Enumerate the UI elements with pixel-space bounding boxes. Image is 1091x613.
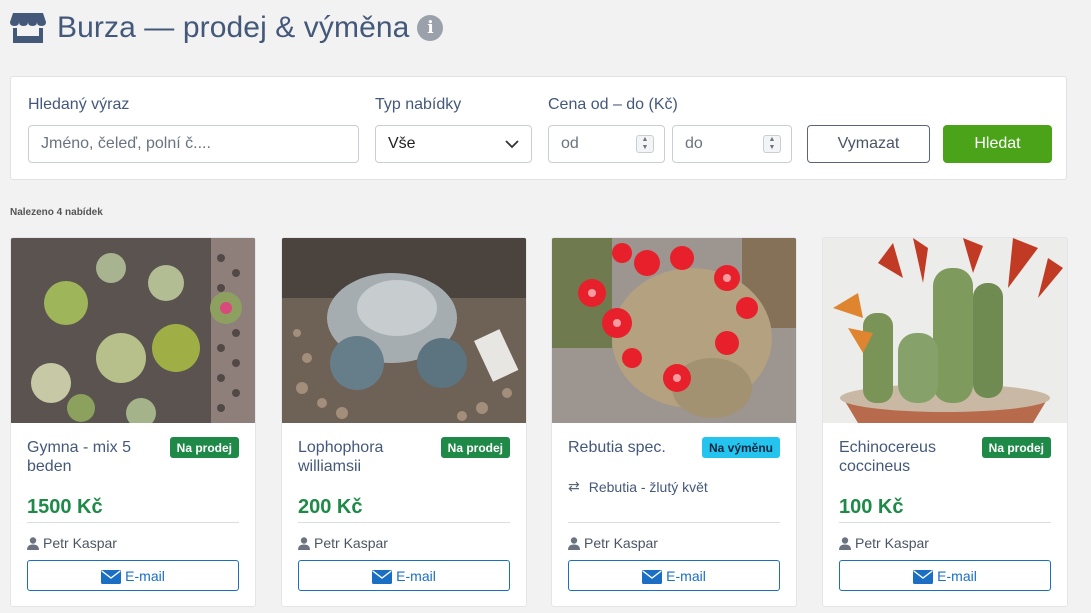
- clear-button[interactable]: Vymazat: [807, 125, 930, 163]
- email-button[interactable]: E-mail: [568, 560, 780, 591]
- stepper-icon[interactable]: ▲ ▼: [636, 135, 654, 153]
- filter-panel: Hledaný výraz Typ nabídky Cena od – do (…: [10, 76, 1067, 180]
- seller-name: Petr Kaspar: [584, 535, 658, 551]
- listing-title[interactable]: Gymna - mix 5 beden: [27, 438, 157, 476]
- type-label: Typ nabídky: [375, 96, 462, 113]
- envelope-icon: [642, 570, 663, 584]
- status-badge: Na prodej: [440, 437, 510, 458]
- listing-card[interactable]: Rebutia spec. Na výměnu ⇄ Rebutia - žlut…: [551, 237, 797, 607]
- price-to-input[interactable]: do ▲ ▼: [672, 125, 792, 163]
- swap-for-text: Rebutia - žlutý květ: [588, 478, 708, 495]
- page-header: Burza — prodej & výměna i: [10, 8, 444, 48]
- price-label: Cena od – do (Kč): [548, 96, 678, 113]
- price-from-placeholder: od: [561, 135, 579, 152]
- query-label: Hledaný výraz: [28, 96, 130, 113]
- envelope-icon: [372, 570, 393, 584]
- status-badge: Na výměnu: [701, 437, 780, 458]
- status-badge: Na prodej: [981, 437, 1051, 458]
- email-button[interactable]: E-mail: [298, 560, 510, 591]
- email-label: E-mail: [396, 567, 436, 584]
- envelope-icon: [913, 570, 934, 584]
- offer-type-value: Vše: [388, 135, 416, 152]
- listing-price: 1500 Kč: [27, 496, 103, 518]
- listing-photo[interactable]: [282, 238, 526, 423]
- divider: [568, 522, 780, 523]
- price-to-placeholder: do: [685, 135, 703, 152]
- listing-card[interactable]: Echinocereus coccineus Na prodej 100 Kč …: [822, 237, 1068, 607]
- price-from-input[interactable]: od ▲ ▼: [548, 125, 665, 163]
- divider: [298, 522, 510, 523]
- listing-photo[interactable]: [823, 238, 1067, 423]
- offer-type-select[interactable]: Vše: [375, 125, 532, 163]
- search-input[interactable]: Jméno, čeleď, polní č....: [28, 125, 359, 163]
- listing-price: 100 Kč: [839, 496, 904, 518]
- seller: Petr Kaspar: [839, 535, 929, 551]
- listing-photo[interactable]: [552, 238, 796, 423]
- listing-title[interactable]: Echinocereus coccineus: [839, 438, 969, 476]
- store-icon: [10, 13, 46, 43]
- email-label: E-mail: [125, 567, 165, 584]
- user-icon: [839, 536, 851, 550]
- email-button[interactable]: E-mail: [27, 560, 239, 591]
- listing-photo[interactable]: [11, 238, 255, 423]
- seller: Petr Kaspar: [298, 535, 388, 551]
- search-button[interactable]: Hledat: [943, 125, 1052, 163]
- seller: Petr Kaspar: [568, 535, 658, 551]
- exchange-icon: ⇄: [568, 478, 580, 494]
- swap-for: ⇄ Rebutia - žlutý květ: [568, 478, 708, 495]
- seller-name: Petr Kaspar: [43, 535, 117, 551]
- seller: Petr Kaspar: [27, 535, 117, 551]
- listing-card[interactable]: Gymna - mix 5 beden Na prodej 1500 Kč Pe…: [10, 237, 256, 607]
- user-icon: [298, 536, 310, 550]
- email-button[interactable]: E-mail: [839, 560, 1051, 591]
- divider: [839, 522, 1051, 523]
- status-badge: Na prodej: [169, 437, 239, 458]
- listing-title[interactable]: Lophophora williamsii: [298, 438, 428, 476]
- envelope-icon: [101, 570, 122, 584]
- seller-name: Petr Kaspar: [314, 535, 388, 551]
- results-count: Nalezeno 4 nabídek: [10, 207, 103, 218]
- stepper-icon[interactable]: ▲ ▼: [763, 135, 781, 153]
- seller-name: Petr Kaspar: [855, 535, 929, 551]
- user-icon: [568, 536, 580, 550]
- listing-price: 200 Kč: [298, 496, 363, 518]
- divider: [27, 522, 239, 523]
- page-title: Burza — prodej & výměna: [57, 11, 410, 44]
- email-label: E-mail: [666, 567, 706, 584]
- listing-card[interactable]: Lophophora williamsii Na prodej 200 Kč P…: [281, 237, 527, 607]
- listing-title[interactable]: Rebutia spec.: [568, 438, 698, 457]
- chevron-down-icon: [505, 139, 519, 148]
- user-icon: [27, 536, 39, 550]
- search-placeholder: Jméno, čeleď, polní č....: [41, 135, 211, 152]
- email-label: E-mail: [937, 567, 977, 584]
- info-icon[interactable]: i: [417, 15, 444, 41]
